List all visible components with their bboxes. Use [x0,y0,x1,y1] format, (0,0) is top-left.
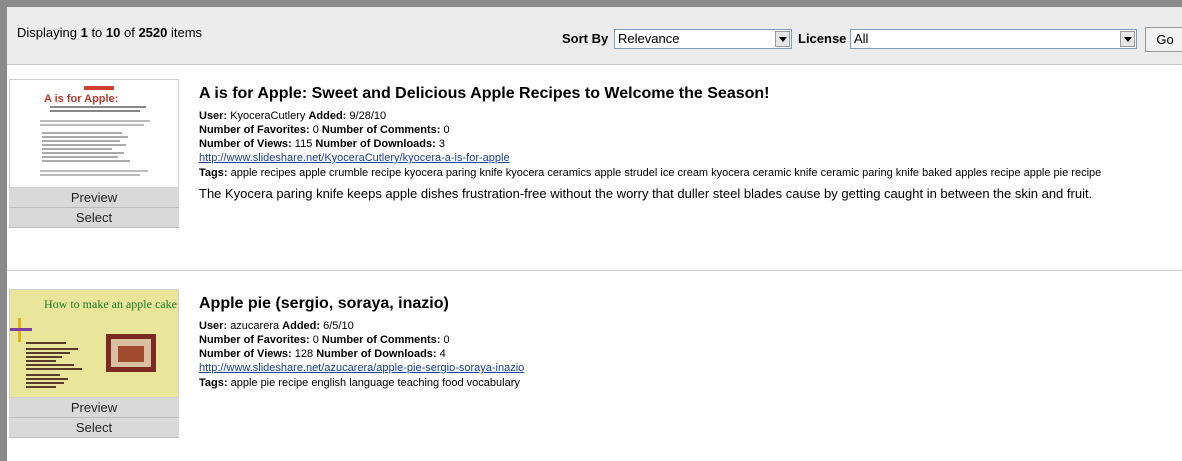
result-thumbnail-panel: A is for Apple: Preview Select [9,79,179,228]
range-start: 1 [80,25,88,40]
result-tags: Tags: apple pie recipe english language … [199,377,520,389]
license-label: License [798,31,847,46]
slide-thumbnail[interactable]: How to make an apple cake [9,289,179,398]
result-tags-text: apple recipes apple crumble recipe kyoce… [230,167,1102,179]
result-details: Apple pie (sergio, soraya, inazio) User:… [199,283,1182,391]
result-url-link[interactable]: http://www.slideshare.net/KyoceraCutlery… [199,151,1182,165]
sort-by-label: Sort By [562,31,609,46]
result-added: 6/5/10 [323,320,354,332]
license-value: All [854,31,869,46]
total-count: 2520 [138,25,168,40]
result-tags: Tags: apple recipes apple crumble recipe… [199,167,1102,179]
select-button[interactable]: Select [9,208,179,228]
result-favorites-line: Number of Favorites: 0 Number of Comment… [199,124,450,136]
slide-thumbnail-image: A is for Apple: [10,80,178,187]
select-button[interactable]: Select [9,418,179,438]
result-favorites: 0 [312,124,319,136]
window-frame-top [0,0,1182,7]
results-count: Displaying 1 to 10 of 2520 items [17,25,203,40]
result-downloads: 4 [439,348,446,360]
result-url-link[interactable]: http://www.slideshare.net/azucarera/appl… [199,361,1182,375]
thumbnail-heading: How to make an apple cake [44,297,177,311]
result-title[interactable]: A is for Apple: Sweet and Delicious Appl… [199,85,1182,103]
result-views: 115 [294,138,313,150]
slide-thumbnail[interactable]: A is for Apple: [9,79,179,188]
result-comments: 0 [443,334,450,346]
thumbnail-heading: A is for Apple: [44,93,118,105]
range-end: 10 [105,25,121,40]
result-user: KyoceraCutlery [230,110,306,122]
result-thumbnail-panel: How to make an apple cake Preview Select [9,289,179,438]
chevron-down-icon[interactable] [1120,31,1135,47]
go-button[interactable]: Go [1145,27,1182,52]
license-select[interactable]: All [850,29,1137,49]
chevron-down-icon[interactable] [775,31,790,47]
result-views-line: Number of Views: 128 Number of Downloads… [199,348,446,360]
sort-by-select[interactable]: Relevance [614,29,792,49]
result-description: The Kyocera paring knife keeps apple dis… [199,186,1093,201]
result-title[interactable]: Apple pie (sergio, soraya, inazio) [199,295,1182,313]
result-favorites-line: Number of Favorites: 0 Number of Comment… [199,334,450,346]
result-added: 9/28/10 [349,110,387,122]
result-user-line: User: azucarera Added: 6/5/10 [199,320,354,332]
result-comments: 0 [443,124,450,136]
sort-by-value: Relevance [618,31,680,46]
slide-thumbnail-image: How to make an apple cake [10,290,178,397]
results-toolbar: Displaying 1 to 10 of 2520 items Sort By… [7,7,1182,65]
preview-button[interactable]: Preview [9,398,179,418]
window-frame-left [0,0,7,461]
result-favorites: 0 [312,334,319,346]
result-item: A is for Apple: Preview Select A is for … [7,73,1182,271]
result-item: How to make an apple cake Preview Select… [7,283,1182,461]
preview-button[interactable]: Preview [9,188,179,208]
result-user: azucarera [230,320,280,332]
result-tags-text: apple pie recipe english language teachi… [230,377,520,389]
result-details: A is for Apple: Sweet and Delicious Appl… [199,73,1182,202]
result-views: 128 [294,348,314,360]
result-user-line: User: KyoceraCutlery Added: 9/28/10 [199,110,387,122]
result-views-line: Number of Views: 115 Number of Downloads… [199,138,445,150]
result-downloads: 3 [438,138,445,150]
